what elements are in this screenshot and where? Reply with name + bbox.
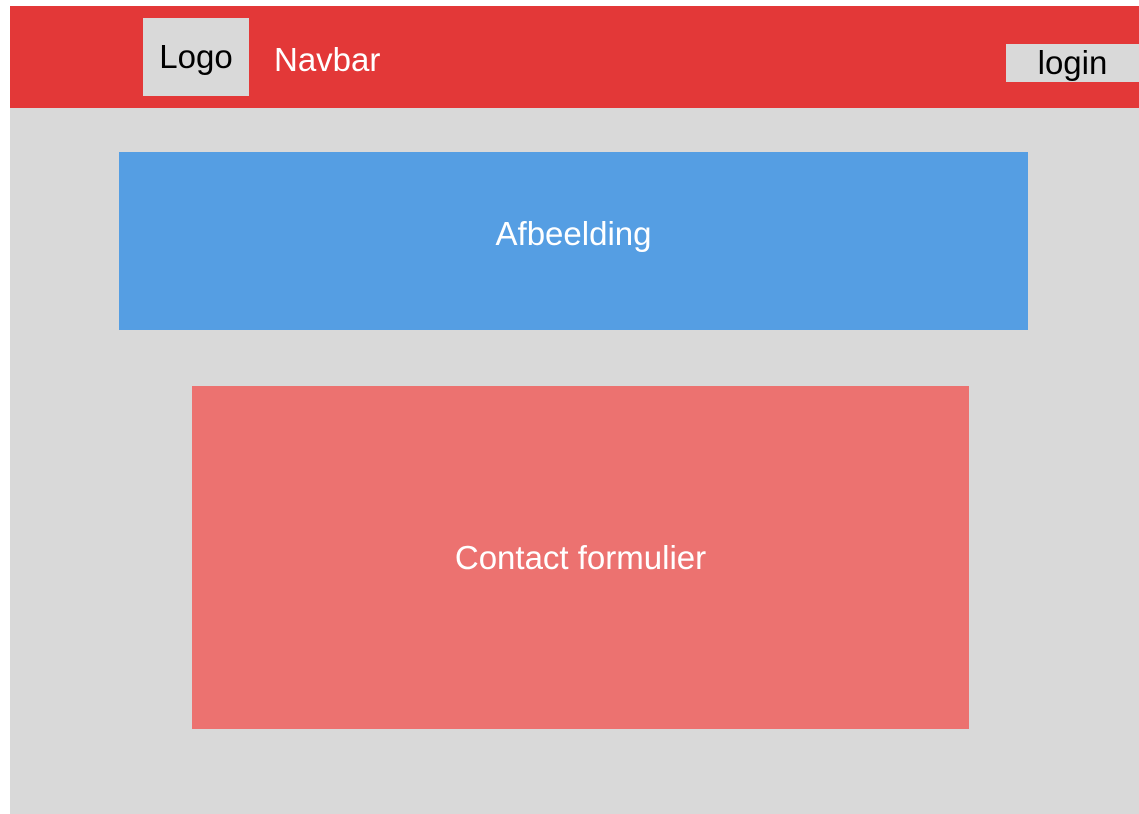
page-frame: Logo Navbar login Afbeelding Contact for… — [10, 6, 1139, 814]
image-placeholder: Afbeelding — [119, 152, 1028, 330]
contact-form-label: Contact formulier — [454, 538, 707, 576]
logo[interactable]: Logo — [143, 18, 249, 96]
navbar: Logo Navbar login — [10, 6, 1139, 108]
login-button[interactable]: login — [1006, 44, 1139, 82]
image-placeholder-label: Afbeelding — [495, 215, 652, 252]
contact-form-placeholder[interactable]: Contact formulier — [192, 386, 969, 729]
navbar-title: Navbar — [274, 41, 381, 78]
